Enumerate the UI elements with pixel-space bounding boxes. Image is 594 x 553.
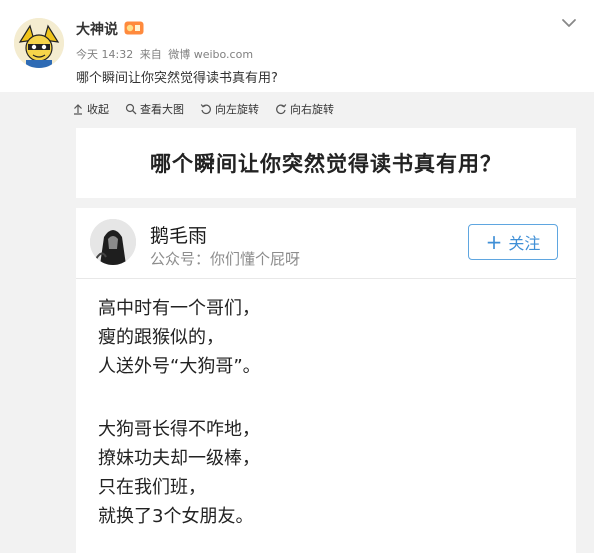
answer-body: 高中时有一个哥们， 瘦的跟猴似的， 人送外号“大狗哥”。 大狗哥长得不咋地， 撩… xyxy=(98,294,558,531)
answer-author-avatar xyxy=(90,219,136,265)
author-name[interactable]: 大神说 xyxy=(76,19,118,39)
answer-author-name: 鹅毛雨 xyxy=(150,225,208,247)
follow-button: + 关注 xyxy=(468,224,558,260)
answer-line: 人送外号“大狗哥”。 xyxy=(98,356,261,377)
answer-line: 就换了3个女朋友。 xyxy=(98,506,254,527)
collapse-arrow-icon xyxy=(74,104,82,115)
magnifier-icon xyxy=(125,103,137,115)
vip-badge-icon[interactable] xyxy=(124,21,144,35)
post-text: 哪个瞬间让你突然觉得读书真有用? xyxy=(76,71,278,86)
answer-line: 大狗哥长得不咋地， xyxy=(98,419,260,440)
answer-line: 瘦的跟猴似的， xyxy=(98,327,224,348)
collapse-label: 收起 xyxy=(87,103,109,116)
answer-line: 只在我们班， xyxy=(98,477,206,498)
expanded-image-area: 收起 查看大图 向左旋转 向右旋转 哪个瞬间让你突然觉得读书真有用？ 鹅毛雨 公… xyxy=(0,92,594,553)
view-large-button[interactable]: 查看大图 xyxy=(125,101,184,117)
chevron-down-icon[interactable] xyxy=(558,12,580,34)
article-title-card: 哪个瞬间让你突然觉得读书真有用？ xyxy=(76,128,576,198)
answer-line: 高中时有一个哥们， xyxy=(98,298,260,319)
collapse-button[interactable]: 收起 xyxy=(72,101,109,117)
post-meta: 今天 14:32 来自 微博 weibo.com xyxy=(76,46,256,62)
author-avatar[interactable] xyxy=(14,18,64,68)
rotate-right-button[interactable]: 向右旋转 xyxy=(275,101,334,117)
rotate-right-label: 向右旋转 xyxy=(290,103,334,116)
rotate-right-icon xyxy=(276,104,287,115)
weibo-post-header: 大神说 今天 14:32 来自 微博 weibo.com 哪个瞬间让你突然觉得读… xyxy=(0,0,594,92)
rotate-left-label: 向左旋转 xyxy=(215,103,259,116)
rotate-left-icon xyxy=(200,104,211,115)
post-time[interactable]: 今天 14:32 xyxy=(76,48,133,61)
answer-line: 撩妹功夫却一级棒， xyxy=(98,448,260,469)
answer-card: 鹅毛雨 公众号：你们懂个屁呀 + 关注 高中时有一个哥们， 瘦的跟猴似的， 人送… xyxy=(76,208,576,553)
rotate-left-button[interactable]: 向左旋转 xyxy=(200,101,259,117)
answer-author-block: 鹅毛雨 公众号：你们懂个屁呀 + 关注 xyxy=(76,208,576,279)
plus-icon: + xyxy=(485,230,503,254)
view-large-label: 查看大图 xyxy=(140,103,184,116)
article-title: 哪个瞬间让你突然觉得读书真有用？ xyxy=(150,152,502,176)
image-toolbar: 收起 查看大图 向左旋转 向右旋转 xyxy=(72,100,350,118)
follow-label: 关注 xyxy=(508,234,541,253)
post-source[interactable]: 微博 weibo.com xyxy=(168,48,253,61)
answer-author-account: 公众号：你们懂个屁呀 xyxy=(150,250,301,268)
post-from-label: 来自 xyxy=(139,48,162,61)
